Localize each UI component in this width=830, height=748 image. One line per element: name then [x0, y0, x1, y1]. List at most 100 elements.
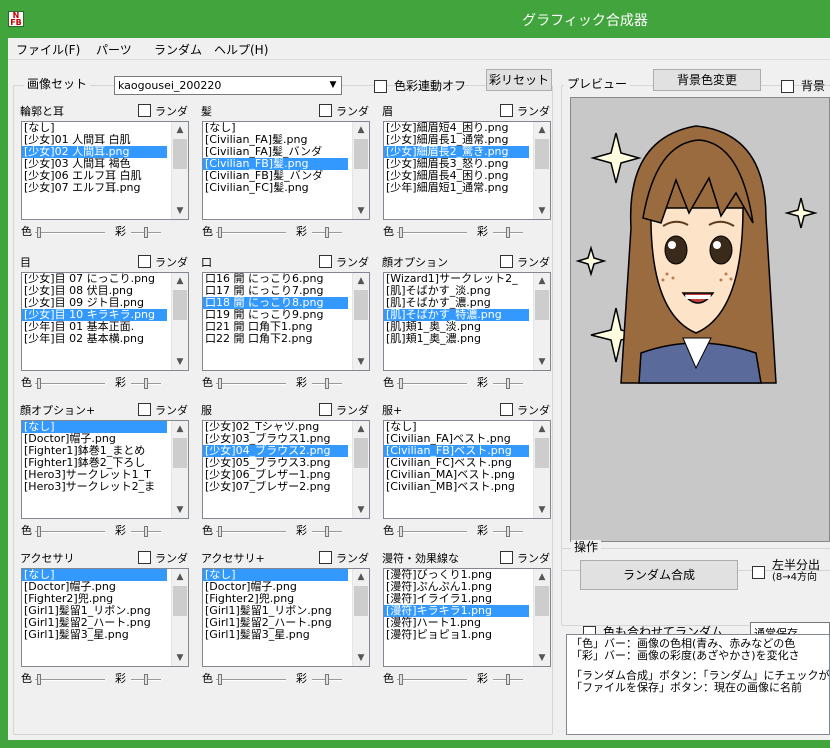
color-slider-thumb[interactable]	[218, 526, 222, 537]
color-slider[interactable]	[397, 232, 467, 234]
color-slider[interactable]	[397, 531, 467, 533]
list-item[interactable]: [なし]	[203, 569, 348, 581]
list-item[interactable]: [少女]03 人間耳 褐色	[22, 158, 167, 170]
list-item[interactable]: [漫符]ハート1.png	[384, 617, 529, 629]
scroll-down-icon[interactable]: ▼	[534, 650, 550, 666]
saturation-slider-thumb[interactable]	[144, 526, 148, 537]
part-listbox[interactable]: [なし] [Doctor]帽子.png [Fighter2]兜.png [Girl1]…	[21, 568, 189, 667]
list-item[interactable]: [少女]目 09 ジト目.png	[22, 297, 167, 309]
list-item[interactable]: [Civilian_FA]ベスト.png	[384, 433, 529, 445]
scroll-down-icon[interactable]: ▼	[172, 650, 188, 666]
scroll-down-icon[interactable]: ▼	[353, 203, 369, 219]
scrollbar[interactable]: ▲ ▼	[533, 122, 550, 219]
menu-parts[interactable]: パーツ	[96, 41, 132, 58]
scroll-thumb[interactable]	[535, 586, 549, 616]
part-listbox[interactable]: [漫符]びっくり1.png [漫符]ぷんぷん1.png [漫符]イライラ1.png[…	[383, 568, 551, 667]
scroll-down-icon[interactable]: ▼	[534, 502, 550, 518]
list-item[interactable]: [Girl1]髪留1_リボン.png	[203, 605, 348, 617]
list-item[interactable]: [なし]	[22, 569, 167, 581]
list-item[interactable]: [少女]目 07 にっこり.png	[22, 273, 167, 285]
list-item[interactable]: [Civilian_FA]髪.png	[203, 134, 348, 146]
list-item[interactable]: [Girl1]髪留3_星.png	[22, 629, 167, 641]
color-slider-thumb[interactable]	[399, 674, 403, 685]
color-slider-thumb[interactable]	[399, 227, 403, 238]
random-checkbox[interactable]	[319, 403, 332, 416]
part-listbox[interactable]: 口16 開 にっこり6.png 口17 開 にっこり7.png 口18 開 にっこり…	[202, 272, 370, 371]
list-item[interactable]: 口21 開 口角下1.png	[203, 321, 348, 333]
saturation-slider-thumb[interactable]	[325, 378, 329, 389]
list-item[interactable]: [肌]そばかす_濃.png	[384, 297, 529, 309]
scroll-thumb[interactable]	[173, 139, 187, 169]
list-item[interactable]: [なし]	[203, 122, 348, 134]
menu-file[interactable]: ファイル(F)	[16, 41, 80, 58]
scroll-up-icon[interactable]: ▲	[172, 569, 188, 585]
list-item[interactable]: [Fighter1]鉢巻1_まとめ	[22, 445, 167, 457]
scrollbar[interactable]: ▲ ▼	[171, 122, 188, 219]
list-item[interactable]: [漫符]イライラ1.png	[384, 593, 529, 605]
list-item[interactable]: [少女]目 08 伏目.png	[22, 285, 167, 297]
list-item[interactable]: [少女]02_Tシャツ.png	[203, 421, 348, 433]
saturation-slider-thumb[interactable]	[325, 674, 329, 685]
scroll-down-icon[interactable]: ▼	[534, 203, 550, 219]
list-item[interactable]: [なし]	[22, 122, 167, 134]
list-item[interactable]: [少年]目 01 基本正面.	[22, 321, 167, 333]
color-slider-thumb[interactable]	[37, 526, 41, 537]
scroll-thumb[interactable]	[354, 586, 368, 616]
chevron-down-icon[interactable]: ▼	[325, 77, 341, 94]
saturation-slider-thumb[interactable]	[144, 227, 148, 238]
scroll-up-icon[interactable]: ▲	[172, 273, 188, 289]
part-listbox[interactable]: [少女]細眉短4_困り.png [少女]細眉長1_通常.png [少女]細眉長2_驚…	[383, 121, 551, 220]
random-checkbox[interactable]	[319, 255, 332, 268]
scroll-up-icon[interactable]: ▲	[172, 421, 188, 437]
list-item[interactable]: [Wizard1]サークレット2_	[384, 273, 529, 285]
color-sync-off-checkbox[interactable]	[374, 80, 387, 93]
part-listbox[interactable]: [なし] [Civilian_FA]髪.png [Civilian_FA]髪_バンダ…	[202, 121, 370, 220]
list-item[interactable]: [少女]細眉長3_怒り.png	[384, 158, 529, 170]
color-slider-thumb[interactable]	[218, 227, 222, 238]
list-item[interactable]: 口19 開 にっこり9.png	[203, 309, 348, 321]
part-listbox[interactable]: [なし] [Doctor]帽子.png [Fighter2]兜.png [Girl1]…	[202, 568, 370, 667]
saturation-slider-thumb[interactable]	[325, 526, 329, 537]
list-item[interactable]: [Fighter2]兜.png	[22, 593, 167, 605]
list-item[interactable]: [なし]	[384, 421, 529, 433]
scroll-down-icon[interactable]: ▼	[353, 502, 369, 518]
scroll-thumb[interactable]	[354, 290, 368, 320]
list-item[interactable]: [Fighter1]鉢巻2_下ろし	[22, 457, 167, 469]
list-item[interactable]: [少女]07_ブレザー2.png	[203, 481, 348, 493]
image-set-dropdown[interactable]: kaogousei_200220 ▼	[114, 76, 342, 95]
list-item[interactable]: [漫符]キラキラ1.png	[384, 605, 529, 617]
scroll-thumb[interactable]	[173, 438, 187, 468]
scroll-up-icon[interactable]: ▲	[534, 569, 550, 585]
list-item[interactable]: [少年]目 02 基本横.png	[22, 333, 167, 345]
random-checkbox[interactable]	[500, 403, 513, 416]
random-checkbox[interactable]	[319, 551, 332, 564]
list-item[interactable]: [肌]頬1_奥_濃.png	[384, 333, 529, 345]
random-checkbox[interactable]	[500, 255, 513, 268]
list-item[interactable]: [Girl1]髪留2_ハート.png	[22, 617, 167, 629]
color-slider-thumb[interactable]	[218, 674, 222, 685]
list-item[interactable]: [少女]03_ブラウス1.png	[203, 433, 348, 445]
list-item[interactable]: [Civilian_MA]ベスト.png	[384, 469, 529, 481]
scroll-thumb[interactable]	[535, 290, 549, 320]
list-item[interactable]: [Civilian_FC]ベスト.png	[384, 457, 529, 469]
part-listbox[interactable]: [なし] [Civilian_FA]ベスト.png [Civilian_FB]ベスト…	[383, 420, 551, 519]
list-item[interactable]: [少女]06_ブレザー1.png	[203, 469, 348, 481]
color-slider-thumb[interactable]	[37, 227, 41, 238]
list-item[interactable]: [少女]07 エルフ耳.png	[22, 182, 167, 194]
color-slider[interactable]	[397, 679, 467, 681]
scrollbar[interactable]: ▲ ▼	[533, 273, 550, 370]
scroll-thumb[interactable]	[354, 438, 368, 468]
background-color-button[interactable]: 背景色変更	[653, 69, 761, 91]
list-item[interactable]: [なし]	[22, 421, 167, 433]
list-item[interactable]: 口16 開 にっこり6.png	[203, 273, 348, 285]
scroll-up-icon[interactable]: ▲	[534, 273, 550, 289]
saturation-slider-thumb[interactable]	[506, 674, 510, 685]
color-slider[interactable]	[216, 531, 286, 533]
part-listbox[interactable]: [なし] [Doctor]帽子.png [Fighter1]鉢巻1_まとめ [Figh…	[21, 420, 189, 519]
list-item[interactable]: [Civilian_MB]ベスト.png	[384, 481, 529, 493]
random-checkbox[interactable]	[500, 104, 513, 117]
color-slider-thumb[interactable]	[37, 378, 41, 389]
scrollbar[interactable]: ▲ ▼	[352, 273, 369, 370]
list-item[interactable]: [Civilian_FA]髪_バンダ	[203, 146, 348, 158]
scrollbar[interactable]: ▲ ▼	[352, 421, 369, 518]
